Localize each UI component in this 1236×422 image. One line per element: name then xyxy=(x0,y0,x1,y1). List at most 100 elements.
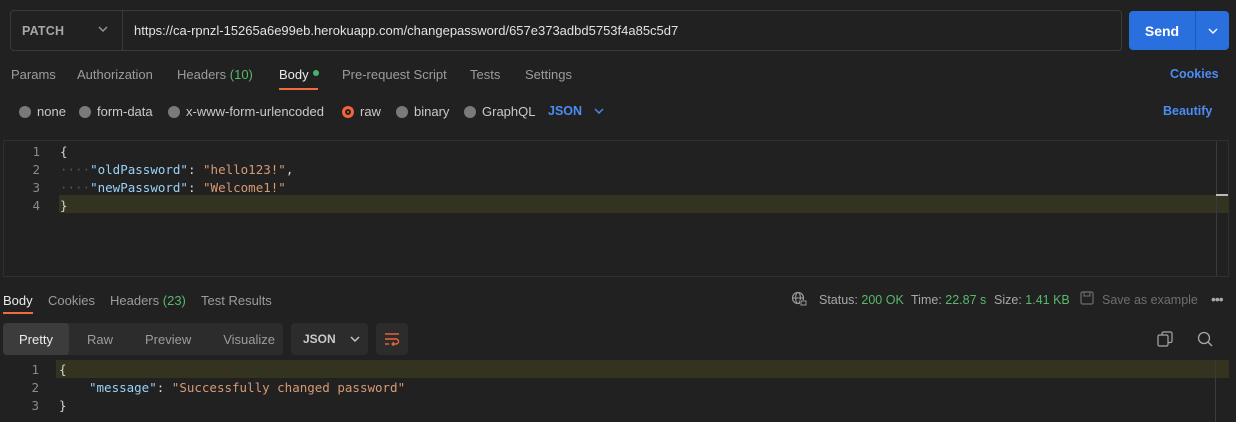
radio-circle xyxy=(79,105,91,118)
current-line-highlight xyxy=(56,360,1229,378)
line-number: 1 xyxy=(32,144,40,159)
response-tab-cookies[interactable]: Cookies xyxy=(48,293,95,308)
response-format-select[interactable]: JSON xyxy=(291,323,368,355)
url-bar: PATCH https://ca-rpnzl-15265a6e99eb.hero… xyxy=(10,10,1122,51)
radio-label: x-www-form-urlencoded xyxy=(186,104,324,119)
radio-label: GraphQL xyxy=(482,104,536,119)
code-close-brace: } xyxy=(59,398,67,413)
radio-form-data[interactable]: form-data xyxy=(79,104,153,119)
tab-settings[interactable]: Settings xyxy=(525,67,572,87)
json-key: "newPassword" xyxy=(90,180,188,195)
tab-label: Authorization xyxy=(77,67,153,82)
send-button[interactable]: Send xyxy=(1129,11,1196,50)
scroll-marker xyxy=(1216,194,1228,196)
headers-count: (10) xyxy=(229,67,253,82)
code-line: "message": "Successfully changed passwor… xyxy=(89,380,405,395)
tab-body[interactable]: Body xyxy=(279,67,319,87)
chevron-down-icon xyxy=(98,26,108,32)
editor-scrollbar[interactable] xyxy=(1216,141,1217,276)
radio-label: raw xyxy=(360,104,381,119)
radio-circle-selected xyxy=(342,105,354,118)
response-time[interactable]: Time: 22.87 s xyxy=(911,293,986,307)
view-raw[interactable]: Raw xyxy=(87,332,113,347)
json-value: "Welcome1!" xyxy=(203,180,286,195)
radio-circle xyxy=(396,105,408,118)
send-button-group: Send xyxy=(1129,11,1229,50)
line-number: 2 xyxy=(32,162,40,177)
view-preview[interactable]: Preview xyxy=(145,332,191,347)
response-tab-body[interactable]: Body xyxy=(3,293,33,308)
tab-label: Body xyxy=(279,67,309,82)
line-number: 2 xyxy=(31,380,39,395)
json-value: "hello123!" xyxy=(203,162,286,177)
json-colon: : xyxy=(156,380,172,395)
time-label: Time: xyxy=(911,293,942,307)
radio-raw[interactable]: raw xyxy=(342,104,381,119)
globe-icon[interactable] xyxy=(791,291,807,307)
radio-circle xyxy=(19,105,31,118)
request-body-editor[interactable]: 1 2 3 4 { ····"oldPassword": "hello123!"… xyxy=(3,140,1229,277)
response-status[interactable]: Status: 200 OK xyxy=(819,293,904,307)
radio-none[interactable]: none xyxy=(19,104,66,119)
chevron-down-icon xyxy=(594,108,604,114)
size-label: Size: xyxy=(994,293,1022,307)
cookies-link[interactable]: Cookies xyxy=(1170,67,1219,87)
response-size[interactable]: Size: 1.41 KB xyxy=(994,293,1070,307)
json-value: "Successfully changed password" xyxy=(171,380,406,395)
line-number: 4 xyxy=(32,198,40,213)
current-line-highlight xyxy=(59,195,1229,213)
body-format-label: JSON xyxy=(548,104,583,118)
chevron-down-icon xyxy=(350,336,360,342)
beautify-link[interactable]: Beautify xyxy=(1163,104,1212,118)
response-view-modes: Pretty Raw Preview Visualize xyxy=(3,323,283,355)
chevron-down-icon xyxy=(1208,28,1217,34)
body-format-select[interactable]: JSON xyxy=(548,104,604,118)
wrap-lines-icon xyxy=(385,333,400,346)
active-tab-indicator xyxy=(279,88,318,90)
tab-label: Pre-request Script xyxy=(342,67,447,82)
radio-binary[interactable]: binary xyxy=(396,104,449,119)
method-select[interactable]: PATCH xyxy=(11,11,123,50)
tab-label: Body xyxy=(3,293,33,308)
radio-circle xyxy=(168,105,180,118)
tab-label: Settings xyxy=(525,67,572,82)
tab-pre-request-script[interactable]: Pre-request Script xyxy=(342,67,447,87)
tab-label: Tests xyxy=(470,67,501,82)
save-icon xyxy=(1080,291,1094,305)
wrap-lines-button[interactable] xyxy=(376,323,408,355)
response-tab-test-results[interactable]: Test Results xyxy=(201,293,272,308)
line-number: 1 xyxy=(31,362,39,377)
search-icon[interactable] xyxy=(1197,331,1213,347)
headers-count: (23) xyxy=(162,293,186,308)
tab-label: Headers xyxy=(110,293,160,308)
tab-authorization[interactable]: Authorization xyxy=(77,67,153,87)
tab-params[interactable]: Params xyxy=(11,67,56,87)
radio-graphql[interactable]: GraphQL xyxy=(464,104,535,119)
json-comma: , xyxy=(285,162,294,177)
view-pretty[interactable]: Pretty xyxy=(3,323,69,355)
line-number: 3 xyxy=(31,398,39,413)
size-value: 1.41 KB xyxy=(1025,293,1070,307)
tab-label: Test Results xyxy=(201,293,272,308)
radio-label: form-data xyxy=(97,104,153,119)
method-label: PATCH xyxy=(22,23,65,38)
tab-label: Cookies xyxy=(48,293,95,308)
json-colon: : xyxy=(187,180,204,195)
tab-headers[interactable]: Headers (10) xyxy=(177,67,253,87)
url-input[interactable]: https://ca-rpnzl-15265a6e99eb.herokuapp.… xyxy=(123,23,678,38)
send-options-button[interactable] xyxy=(1196,11,1229,50)
code-close-brace: } xyxy=(60,198,68,213)
radio-circle xyxy=(464,105,476,118)
view-visualize[interactable]: Visualize xyxy=(223,332,275,347)
response-tab-headers[interactable]: Headers (23) xyxy=(110,293,186,308)
radio-label: none xyxy=(37,104,66,119)
json-key: "oldPassword" xyxy=(90,162,188,177)
response-scrollbar[interactable] xyxy=(1215,360,1216,422)
more-options-icon[interactable]: ••• xyxy=(1211,291,1224,307)
copy-icon[interactable] xyxy=(1157,331,1173,347)
code-line: ····"oldPassword": "hello123!", xyxy=(60,162,293,177)
status-value: 200 OK xyxy=(861,293,904,307)
tab-tests[interactable]: Tests xyxy=(470,67,500,87)
radio-x-www-form-urlencoded[interactable]: x-www-form-urlencoded xyxy=(168,104,324,119)
save-as-example-button[interactable]: Save as example xyxy=(1102,293,1198,307)
